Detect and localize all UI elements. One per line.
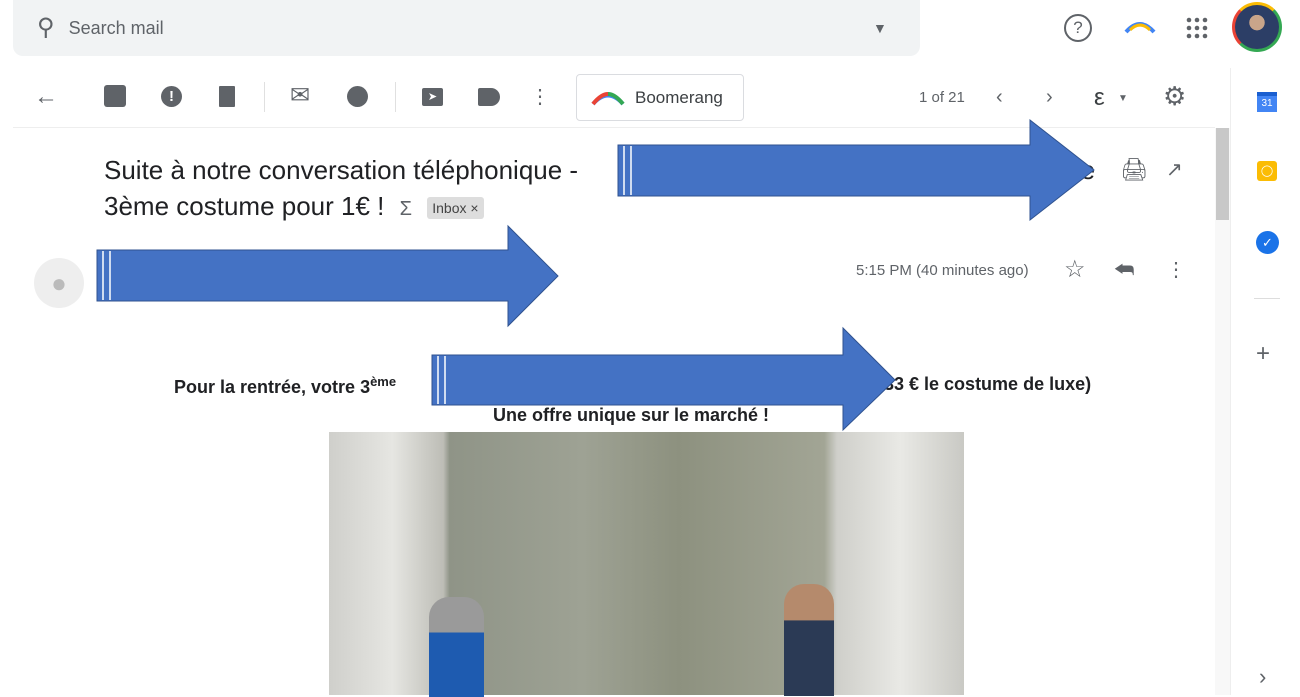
side-divider (1254, 298, 1280, 299)
tasks-icon[interactable]: ✓ (1256, 231, 1279, 254)
calendar-icon[interactable]: 31 (1257, 92, 1277, 112)
keep-icon[interactable]: ◯ (1257, 161, 1277, 181)
redaction-arrow (431, 326, 896, 432)
redaction-arrow (617, 118, 1095, 222)
redaction-arrow (96, 224, 559, 328)
side-panel: 31 ◯ ✓ + › (1230, 68, 1300, 695)
scrollbar-thumb[interactable] (1216, 128, 1229, 220)
add-addon-icon[interactable]: + (1256, 340, 1270, 368)
expand-panel-icon[interactable]: › (1259, 664, 1266, 690)
redaction-arrows (96, 118, 1095, 432)
